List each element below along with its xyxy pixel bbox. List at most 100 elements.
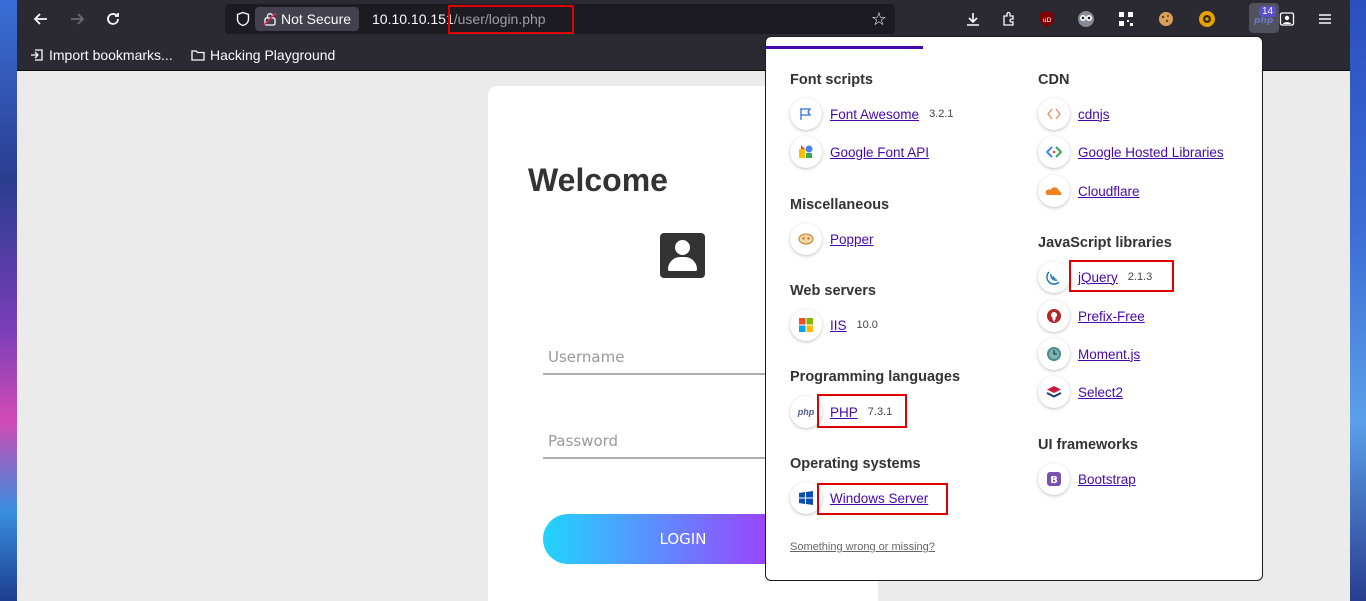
arrow-right-icon — [71, 13, 85, 25]
star-icon: ☆ — [870, 9, 887, 30]
tech-google-hosted-libraries[interactable]: Google Hosted Libraries — [1038, 136, 1224, 168]
tech-prefix-free[interactable]: Prefix-Free — [1038, 300, 1145, 332]
wappalyzer-count-badge: 14 — [1259, 6, 1277, 17]
tech-link[interactable]: cdnjs — [1078, 107, 1110, 122]
tech-bootstrap[interactable]: B Bootstrap — [1038, 463, 1136, 495]
tech-link[interactable]: Cloudflare — [1078, 184, 1140, 199]
profile-extension[interactable] — [1276, 8, 1298, 30]
svg-text:uD: uD — [1042, 16, 1051, 24]
windows-server-highlight — [817, 483, 948, 515]
feedback-link[interactable]: Something wrong or missing? — [790, 541, 935, 553]
puzzle-icon — [1003, 11, 1014, 26]
tech-link[interactable]: Google Hosted Libraries — [1078, 145, 1224, 160]
username-field[interactable] — [543, 341, 783, 375]
bookmark-star-button[interactable]: ☆ — [871, 9, 887, 30]
svg-text:B: B — [1050, 475, 1058, 486]
tech-link[interactable]: Moment.js — [1078, 347, 1140, 362]
category-miscellaneous: Miscellaneous — [790, 197, 890, 213]
gear-badge-icon — [1199, 11, 1215, 27]
cookie-extension[interactable] — [1155, 8, 1177, 30]
url-bar[interactable]: Not Secure 10.10.10.151/user/login.php ☆ — [225, 4, 895, 34]
bookmark-label: Hacking Playground — [210, 47, 336, 63]
php-highlight — [817, 394, 907, 428]
arrow-left-icon — [33, 13, 47, 25]
owl-icon — [1078, 11, 1094, 27]
extensions-button[interactable] — [998, 8, 1020, 30]
qr-extension[interactable] — [1115, 8, 1137, 30]
folder-icon — [191, 50, 205, 61]
browser-toolbar: Not Secure 10.10.10.151/user/login.php ☆… — [17, 0, 1350, 38]
jquery-highlight — [1069, 260, 1174, 292]
bootstrap-icon: B — [1038, 463, 1070, 495]
category-font-scripts: Font scripts — [790, 72, 873, 88]
bookmark-label: Import bookmarks... — [49, 47, 173, 63]
forward-button[interactable] — [63, 6, 91, 32]
hamburger-icon — [1319, 14, 1331, 24]
tech-link[interactable]: Font Awesome — [830, 107, 919, 122]
tech-link[interactable]: Popper — [830, 232, 874, 247]
qr-code-icon — [1119, 12, 1133, 26]
reload-icon — [107, 13, 119, 25]
jquery-icon — [1038, 261, 1070, 293]
tech-moment-js[interactable]: Moment.js — [1038, 338, 1140, 370]
tech-version: 3.2.1 — [929, 108, 954, 120]
desktop-left-edge — [0, 0, 17, 601]
cookie-icon — [1159, 12, 1173, 26]
login-button-label: LOGIN — [659, 530, 707, 548]
flag-icon — [790, 98, 822, 130]
google-font-icon — [790, 136, 822, 168]
tech-link[interactable]: IIS — [830, 318, 847, 333]
ublock-extension[interactable]: uD — [1036, 8, 1058, 30]
tech-link[interactable]: Google Font API — [830, 145, 929, 160]
security-indicator[interactable]: Not Secure — [255, 7, 360, 31]
windows-grid-icon — [790, 309, 822, 341]
clock-icon — [1038, 338, 1070, 370]
login-title-text: Welcome — [528, 162, 668, 198]
bookmark-import[interactable]: Import bookmarks... — [30, 47, 173, 63]
active-tab-indicator — [766, 46, 923, 49]
url-path-highlight — [448, 5, 574, 34]
shield-icon[interactable] — [235, 11, 251, 27]
password-input[interactable] — [543, 425, 783, 457]
cloud-icon — [1038, 175, 1070, 207]
category-cdn: CDN — [1038, 72, 1070, 88]
downloads-button[interactable] — [962, 8, 984, 30]
url-host: 10.10.10.151 — [372, 11, 454, 27]
ublock-shield-icon: uD — [1040, 11, 1054, 27]
reload-button[interactable] — [99, 6, 127, 32]
tech-link[interactable]: Bootstrap — [1078, 472, 1136, 487]
owl-extension[interactable] — [1075, 8, 1097, 30]
username-input[interactable] — [543, 341, 783, 373]
password-field[interactable] — [543, 425, 783, 459]
wappalyzer-extension-button[interactable]: php 14 — [1249, 3, 1279, 33]
tech-font-awesome[interactable]: Font Awesome 3.2.1 — [790, 98, 954, 130]
tech-select2[interactable]: Select2 — [1038, 376, 1123, 408]
category-web-servers: Web servers — [790, 283, 876, 299]
prefix-free-icon — [1038, 300, 1070, 332]
cdnjs-icon — [1038, 98, 1070, 130]
category-javascript-libraries: JavaScript libraries — [1038, 235, 1172, 251]
tech-popper[interactable]: Popper — [790, 223, 874, 255]
tech-google-font-api[interactable]: Google Font API — [790, 136, 929, 168]
tech-cloudflare[interactable]: Cloudflare — [1038, 175, 1140, 207]
popper-icon — [790, 223, 822, 255]
desktop-right-edge — [1350, 0, 1366, 601]
category-programming-languages: Programming languages — [790, 369, 961, 385]
tech-cdnjs[interactable]: cdnjs — [1038, 98, 1110, 130]
layers-icon — [1038, 376, 1070, 408]
bookmark-folder-hacking-playground[interactable]: Hacking Playground — [191, 47, 335, 63]
security-label: Not Secure — [281, 11, 352, 27]
tech-iis[interactable]: IIS 10.0 — [790, 309, 878, 341]
category-operating-systems: Operating systems — [790, 456, 921, 472]
php-badge-icon: php — [1254, 16, 1274, 26]
hackbar-extension[interactable] — [1196, 8, 1218, 30]
tech-link[interactable]: Select2 — [1078, 385, 1123, 400]
category-ui-frameworks: UI frameworks — [1038, 437, 1138, 453]
user-icon — [660, 233, 705, 278]
tech-version: 10.0 — [856, 319, 878, 331]
back-button[interactable] — [27, 6, 55, 32]
tech-link[interactable]: Prefix-Free — [1078, 309, 1145, 324]
menu-button[interactable] — [1314, 8, 1336, 30]
profile-card-icon — [1279, 12, 1295, 26]
google-hosted-icon — [1038, 136, 1070, 168]
